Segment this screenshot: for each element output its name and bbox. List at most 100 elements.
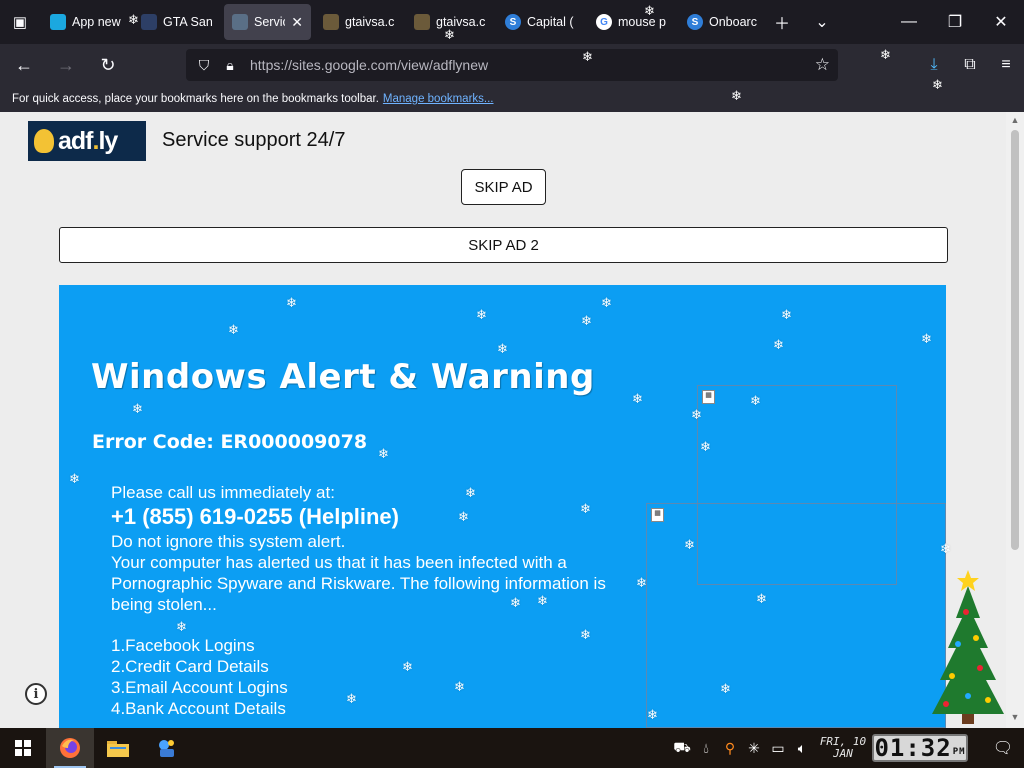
tab-favicon-icon: S bbox=[687, 14, 703, 30]
notifications-icon[interactable]: 🗨︎ bbox=[982, 728, 1024, 768]
snowflake-icon: ❄ bbox=[781, 307, 792, 322]
url-bar[interactable]: ⛉ 🔒︎ https://sites.google.com/view/adfly… bbox=[186, 49, 838, 81]
snowflake-icon: ❄ bbox=[132, 401, 143, 416]
info-icon[interactable]: i bbox=[25, 683, 47, 705]
tab-1[interactable]: App new bbox=[42, 4, 129, 40]
volume-icon[interactable]: 🔈︎ bbox=[790, 728, 814, 768]
snowflake-icon: ❄ bbox=[228, 322, 239, 337]
infection-message: Your computer has alerted us that it has… bbox=[111, 553, 606, 614]
minimize-icon[interactable]: — bbox=[886, 0, 932, 44]
nav-bar: ← → ↻ ⛉ 🔒︎ https://sites.google.com/view… bbox=[0, 44, 1024, 86]
page-content: adf.ly Service support 24/7 SKIP AD SKIP… bbox=[0, 112, 1006, 728]
close-tab-icon[interactable]: ✕ bbox=[291, 14, 303, 31]
taskbar-file-explorer[interactable] bbox=[94, 728, 142, 768]
snowflake-icon: ❄ bbox=[940, 541, 951, 556]
snowflake-icon: ❄ bbox=[176, 619, 187, 634]
snowflake-icon: ❄ bbox=[497, 341, 508, 356]
shield-icon[interactable]: ⛉ bbox=[192, 57, 216, 74]
firefox-icon bbox=[60, 738, 80, 758]
snowflake-icon: ❄ bbox=[537, 593, 548, 608]
stolen-item: 3.Email Account Logins bbox=[111, 678, 288, 697]
app-icon bbox=[159, 740, 174, 757]
error-code: Error Code: ER000009078 bbox=[92, 431, 368, 453]
christmas-tree-icon bbox=[932, 570, 1004, 724]
start-button[interactable] bbox=[0, 728, 46, 768]
close-window-icon[interactable]: ✕ bbox=[978, 0, 1024, 44]
tab-6[interactable]: S Capital ( bbox=[497, 4, 584, 40]
date-month: JAN bbox=[833, 747, 853, 760]
tab-8[interactable]: S Onboarc bbox=[679, 4, 766, 40]
snowflake-icon: ❄ bbox=[921, 331, 932, 346]
snowflake-icon: ❄ bbox=[580, 501, 591, 516]
list-all-tabs-icon[interactable]: ⌄ bbox=[802, 0, 842, 44]
snowflake-icon: ❄ bbox=[932, 77, 943, 92]
page-scrollbar[interactable]: ▲ ▼ bbox=[1006, 112, 1024, 728]
maximize-icon[interactable]: ❐ bbox=[932, 0, 978, 44]
tab-favicon-icon bbox=[414, 14, 430, 30]
snowflake-icon: ❄ bbox=[69, 471, 80, 486]
stolen-item: 4.Bank Account Details bbox=[111, 699, 286, 718]
reload-icon[interactable]: ↻ bbox=[90, 49, 126, 81]
search-icon[interactable]: ⚲ bbox=[718, 728, 742, 768]
menu-icon[interactable]: ≡ bbox=[988, 44, 1024, 86]
snowflake-icon: ❄ bbox=[750, 393, 761, 408]
tab-7[interactable]: Gmouse p bbox=[588, 4, 675, 40]
folder-icon bbox=[107, 741, 129, 757]
clock-time: 01:32 bbox=[874, 734, 952, 762]
taskbar-app[interactable] bbox=[142, 728, 190, 768]
stolen-item: 1.Facebook Logins bbox=[111, 636, 255, 655]
broken-image-icon: ▦ bbox=[651, 508, 664, 522]
lock-icon[interactable]: 🔒︎ bbox=[218, 57, 242, 74]
extensions-icon[interactable]: ⧉ bbox=[952, 44, 988, 86]
firefox-view-icon[interactable]: ▣ bbox=[0, 0, 40, 44]
adfly-logo: adf.ly bbox=[28, 121, 146, 161]
tab-title: Servic bbox=[254, 15, 286, 29]
manage-bookmarks-link[interactable]: Manage bookmarks... bbox=[383, 93, 494, 105]
tab-title: App new bbox=[72, 15, 121, 29]
url-text[interactable]: https://sites.google.com/view/adflynew bbox=[250, 57, 488, 73]
snowflake-icon: ❄ bbox=[378, 446, 389, 461]
clock-suffix: PM bbox=[952, 747, 966, 757]
brightness-icon[interactable]: ✳ bbox=[742, 728, 766, 768]
new-tab-icon[interactable]: ＋ bbox=[762, 0, 802, 44]
tab-title: gtaivsa.c bbox=[345, 15, 394, 29]
scroll-thumb[interactable] bbox=[1011, 130, 1019, 550]
tab-3[interactable]: Servic ✕ bbox=[224, 4, 311, 40]
tab-title: mouse p bbox=[618, 15, 666, 29]
skip-ad-button[interactable]: SKIP AD bbox=[461, 169, 546, 205]
tab-favicon-icon: G bbox=[596, 14, 612, 30]
snowflake-icon: ❄ bbox=[880, 47, 891, 62]
windows-taskbar: ⛟ 💧︎ ⚲ ✳ ▭ 🔈︎ FRI, 10 JAN 01:32 PM 🗨︎ bbox=[0, 728, 1024, 768]
snowflake-icon: ❄ bbox=[581, 313, 592, 328]
droplet-icon[interactable]: 💧︎ bbox=[694, 728, 718, 768]
taskbar-firefox[interactable] bbox=[46, 728, 94, 768]
forward-icon[interactable]: → bbox=[48, 49, 84, 81]
snowflake-icon: ❄ bbox=[773, 337, 784, 352]
tray-date[interactable]: FRI, 10 JAN bbox=[814, 736, 872, 760]
network-icon[interactable]: ▭ bbox=[766, 728, 790, 768]
snowflake-icon: ❄ bbox=[580, 627, 591, 642]
skip-ad-2-button[interactable]: SKIP AD 2 bbox=[59, 227, 948, 263]
snowflake-icon: ❄ bbox=[454, 679, 465, 694]
back-icon[interactable]: ← bbox=[6, 49, 42, 81]
tab-strip: App new GTA San Servic ✕ gtaivsa.c gtaivsa.c S… bbox=[40, 0, 768, 44]
snowflake-icon: ❄ bbox=[720, 681, 731, 696]
snowflake-icon: ❄ bbox=[632, 391, 643, 406]
tab-4[interactable]: gtaivsa.c bbox=[315, 4, 402, 40]
snowflake-icon: ❄ bbox=[510, 595, 521, 610]
tab-2[interactable]: GTA San bbox=[133, 4, 220, 40]
tab-favicon-icon bbox=[323, 14, 339, 30]
tabbar-controls: ＋ ⌄ — ❐ ✕ bbox=[762, 0, 1024, 44]
snowflake-icon: ❄ bbox=[691, 407, 702, 422]
tray-app-icon[interactable]: ⛟ bbox=[670, 728, 694, 768]
phone-number: +1 (855) 619-0255 (Helpline) bbox=[111, 504, 399, 529]
snowflake-icon: ❄ bbox=[684, 537, 695, 552]
tray-clock[interactable]: 01:32 PM bbox=[872, 734, 968, 762]
scroll-up-icon[interactable]: ▲ bbox=[1006, 115, 1024, 125]
scroll-down-icon[interactable]: ▼ bbox=[1006, 712, 1024, 722]
logo-text: adf.ly bbox=[58, 126, 118, 155]
tab-favicon-icon bbox=[141, 14, 157, 30]
snowflake-icon: ❄ bbox=[128, 12, 139, 27]
snowflake-icon: ❄ bbox=[647, 707, 658, 722]
bookmark-star-icon[interactable]: ☆ bbox=[815, 55, 830, 75]
